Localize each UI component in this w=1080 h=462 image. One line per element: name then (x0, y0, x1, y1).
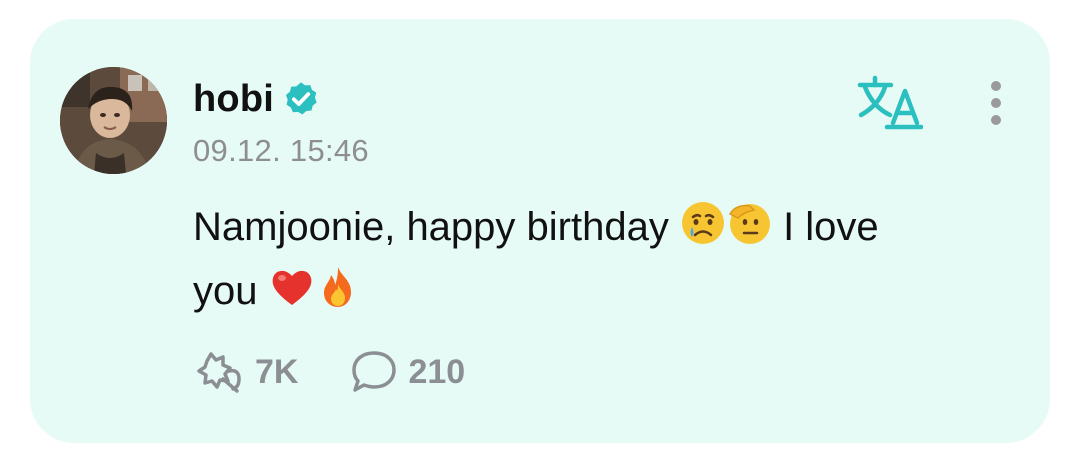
post-text-line-1: Namjoonie, happy birthday (193, 205, 680, 249)
red-heart-emoji-icon (269, 264, 315, 310)
post-text-line-3: you (193, 269, 269, 313)
author-name[interactable]: hobi (193, 78, 274, 121)
crying-face-emoji-icon (680, 200, 726, 246)
post-text-line-2: I love (771, 205, 879, 249)
verified-badge-icon (282, 80, 320, 118)
more-vertical-icon[interactable] (982, 79, 1010, 129)
post-card: hobi 09.12. 15:46 Namjoonie, happy birth… (30, 19, 1050, 443)
saluting-face-emoji-icon (726, 200, 772, 246)
author-avatar[interactable] (60, 67, 167, 174)
like-count: 7K (255, 352, 299, 391)
comment-button[interactable]: 210 (350, 349, 465, 395)
fire-emoji-icon (315, 264, 361, 310)
translate-icon[interactable] (857, 75, 924, 131)
comment-icon (350, 349, 398, 395)
post-text: Namjoonie, happy birthday I love you (193, 195, 993, 323)
post-timestamp: 09.12. 15:46 (193, 133, 369, 168)
post-actions: 7K 210 (193, 349, 465, 395)
comment-count: 210 (408, 352, 466, 391)
like-button[interactable]: 7K (193, 349, 298, 395)
like-icon (193, 349, 245, 395)
author-row: hobi (193, 76, 320, 122)
